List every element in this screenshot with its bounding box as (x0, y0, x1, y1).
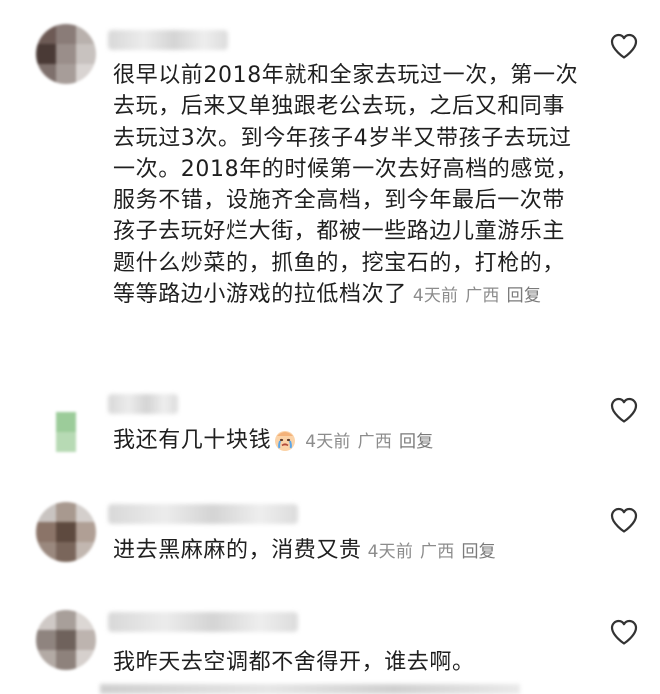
comment-text: 我昨天去空调都不舍得开，谁去啊。 (113, 650, 475, 675)
reply-button[interactable]: 回复 (507, 286, 541, 306)
heart-outline-icon (610, 619, 638, 645)
like-button[interactable] (609, 396, 639, 424)
next-comment-cropped (100, 684, 520, 694)
comment-item: 很早以前2018年就和全家去玩过一次，第一次去玩，后来又单独跟老公去玩，之后又和… (0, 0, 660, 370)
comment-location: 广西 (465, 286, 500, 307)
comment-meta: 4天前 广西 回复 (413, 286, 548, 306)
comment-time: 4天前 (367, 542, 414, 562)
reply-button[interactable]: 回复 (461, 542, 495, 562)
comment-time: 4天前 (412, 286, 459, 307)
comment-text-block: 进去黑麻麻的，消费又贵 4天前 广西 回复 (113, 535, 583, 568)
comment-item: 进去黑麻麻的，消费又贵 4天前 广西 回复 (0, 490, 660, 590)
comment-item: 我还有几十块钱 4天前 广西 回复 (0, 380, 660, 480)
comment-text: 我还有几十块钱 (113, 428, 272, 453)
crying-face-emoji (273, 428, 297, 452)
username-blurred[interactable] (108, 612, 298, 632)
comment-text-block: 我还有几十块钱 4天前 广西 回复 (113, 425, 583, 458)
username-blurred[interactable] (108, 30, 228, 50)
username-blurred[interactable] (108, 504, 298, 524)
comment-text: 很早以前2018年就和全家去玩过一次，第一次去玩，后来又单独跟老公去玩，之后又和… (113, 63, 579, 308)
avatar[interactable] (36, 392, 96, 452)
comment-text: 进去黑麻麻的，消费又贵 (113, 538, 362, 563)
like-button[interactable] (609, 32, 639, 60)
comment-location: 广西 (357, 432, 393, 452)
comment-item: 我昨天去空调都不舍得开，谁去啊。 (0, 600, 660, 691)
comment-meta: 4天前 广西 回复 (305, 432, 440, 452)
avatar[interactable] (36, 502, 96, 562)
heart-outline-icon (610, 507, 638, 533)
comment-text-block: 我昨天去空调都不舍得开，谁去啊。 (113, 647, 583, 678)
like-button[interactable] (609, 618, 639, 646)
reply-button[interactable]: 回复 (399, 432, 433, 452)
username-blurred[interactable] (108, 394, 178, 414)
comment-location: 广西 (420, 542, 455, 562)
avatar[interactable] (36, 610, 96, 670)
like-button[interactable] (609, 506, 639, 534)
comment-meta: 4天前 广西 回复 (368, 542, 503, 562)
comment-text-block: 很早以前2018年就和全家去玩过一次，第一次去玩，后来又单独跟老公去玩，之后又和… (113, 60, 583, 312)
heart-outline-icon (610, 33, 638, 59)
comment-time: 4天前 (305, 432, 351, 452)
heart-outline-icon (610, 397, 638, 423)
avatar[interactable] (36, 24, 96, 84)
